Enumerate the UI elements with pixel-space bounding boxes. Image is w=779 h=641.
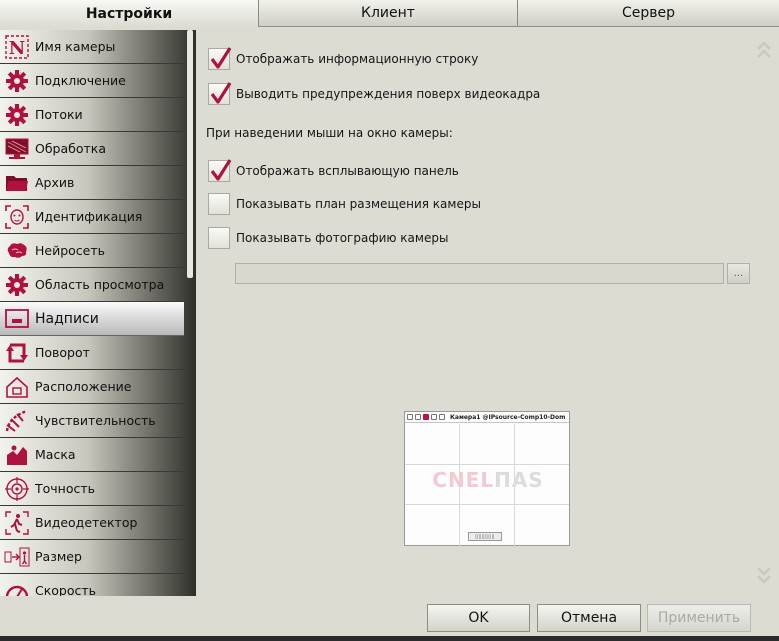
house-icon [4,374,30,400]
tab-server[interactable]: Сервер [518,0,779,27]
sidebar-item-archive[interactable]: Архив [0,166,184,200]
scroll-down-icon[interactable] [756,564,772,588]
top-tabs: Настройки Клиент Сервер [0,0,779,27]
speed-icon [4,578,30,596]
captions-settings-panel: Отображать информационную строку Выводит… [196,30,779,600]
motion-detector-icon [4,510,30,536]
gear-icon [4,102,30,128]
caption-icon [4,306,30,332]
show-info-line-option[interactable]: Отображать информационную строку [208,47,479,70]
sidebar-item-label: Нейросеть [35,243,106,258]
sidebar-item-mask[interactable]: Маска [0,438,184,472]
sidebar-item-label: Обработка [35,141,106,156]
preview-logo: CNELПАS [432,468,544,492]
sidebar-item-size[interactable]: Размер [0,540,184,574]
sidebar-item-neural-network[interactable]: Нейросеть [0,234,184,268]
sidebar-item-identification[interactable]: Идентификация [0,200,184,234]
show-camera-photo-checkbox[interactable] [208,227,230,249]
sidebar-item-precision[interactable]: Точность [0,472,184,506]
preview-toolbar-icons [407,414,447,420]
show-popup-panel-checkbox[interactable] [208,159,232,182]
tab-settings[interactable]: Настройки [0,0,259,27]
mask-icon [4,442,30,468]
sidebar-item-label: Надписи [35,310,99,327]
footer-strip [0,636,779,641]
svg-text:N: N [9,38,25,59]
show-camera-photo-option[interactable]: Показывать фотографию камеры [208,227,448,249]
preview-info-line: Камера1 @IPsource-Comp10-Dom [405,412,569,423]
show-info-line-checkbox[interactable] [208,47,232,70]
show-camera-photo-label: Показывать фотографию камеры [236,231,449,245]
folder-icon [4,170,30,196]
sidebar-item-label: Потоки [35,107,83,122]
sidebar-item-label: Расположение [35,379,132,394]
sidebar: N Имя камеры Подключение Потоки Обработк… [0,30,196,596]
photo-path-input[interactable] [235,263,724,284]
sidebar-item-motion-detector[interactable]: Видеодетектор [0,506,184,540]
sidebar-item-camera-name[interactable]: N Имя камеры [0,30,184,64]
show-placement-plan-option[interactable]: Показывать план размещения камеры [208,193,481,215]
sidebar-item-location[interactable]: Расположение [0,370,184,404]
camera-name-icon: N [4,34,30,60]
sidebar-item-label: Идентификация [35,209,143,224]
sidebar-item-label: Скорость [35,583,97,596]
sidebar-item-label: Чувствительность [35,413,156,428]
face-icon [4,204,30,230]
sidebar-item-speed[interactable]: Скорость [0,574,184,596]
sidebar-item-label: Поворот [35,345,90,360]
sidebar-scrollbar[interactable] [187,30,193,278]
sidebar-item-streams[interactable]: Потоки [0,98,184,132]
monitor-icon [4,136,30,162]
show-placement-plan-label: Показывать план размещения камеры [236,197,481,211]
target-icon [4,476,30,502]
browse-button[interactable]: ... [727,263,750,284]
sidebar-item-label: Видеодетектор [35,515,138,530]
brain-icon [4,238,30,264]
sidebar-item-label: Архив [35,175,75,190]
sidebar-item-rotation[interactable]: Поворот [0,336,184,370]
ok-button[interactable]: OK [427,604,530,632]
sidebar-item-label: Маска [35,447,76,462]
cancel-button[interactable]: Отмена [537,604,641,632]
camera-preview: Камера1 @IPsource-Comp10-Dom CNELПАS ▯▯▯… [404,411,570,546]
tab-client[interactable]: Клиент [259,0,518,27]
preview-control-panel: ▯▯▯▯▯▯ [468,532,502,541]
rotate-icon [4,340,30,366]
gear-icon [4,272,30,298]
gear-icon [4,68,30,94]
sidebar-item-label: Размер [35,549,82,564]
sidebar-item-connection[interactable]: Подключение [0,64,184,98]
show-popup-panel-option[interactable]: Отображать всплывающую панель [208,159,459,182]
sidebar-item-processing[interactable]: Обработка [0,132,184,166]
apply-button[interactable]: Применить [647,604,751,632]
sidebar-item-sensitivity[interactable]: Чувствительность [0,404,184,438]
sidebar-item-view-area[interactable]: Область просмотра [0,268,184,302]
warnings-over-frame-option[interactable]: Выводить предупреждения поверх видеокадр… [208,82,541,105]
show-popup-panel-label: Отображать всплывающую панель [236,164,459,178]
show-placement-plan-checkbox[interactable] [208,193,230,215]
warnings-over-frame-checkbox[interactable] [208,82,232,105]
hover-section-label: При наведении мыши на окно камеры: [206,126,453,140]
sidebar-item-label: Подключение [35,73,126,88]
sensitivity-icon [4,408,30,434]
sidebar-item-captions[interactable]: Надписи [0,302,184,336]
size-icon [4,544,30,570]
preview-camera-title: Камера1 @IPsource-Comp10-Dom [450,413,566,421]
sidebar-item-label: Точность [35,481,96,496]
sidebar-item-label: Область просмотра [35,277,165,292]
scroll-up-icon[interactable] [756,38,772,62]
sidebar-item-label: Имя камеры [35,39,116,54]
show-info-line-label: Отображать информационную строку [236,52,479,66]
warnings-over-frame-label: Выводить предупреждения поверх видеокадр… [236,87,541,101]
